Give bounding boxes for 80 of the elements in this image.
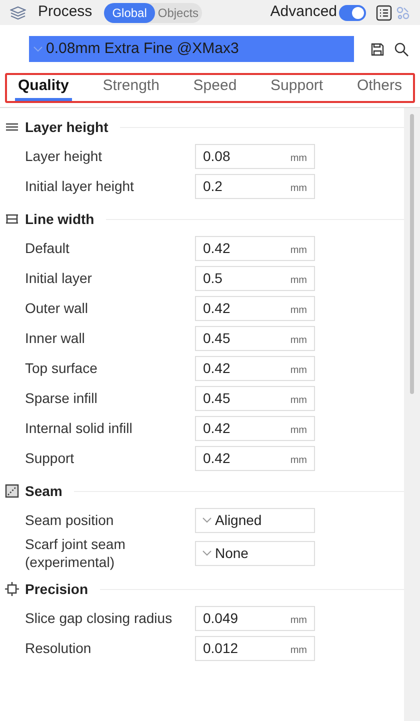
value-field[interactable]: 0.45 mm [195,326,315,350]
setting-label: Internal solid infill [25,419,134,437]
value-field[interactable]: 0.012 mm [195,636,315,660]
value-field[interactable]: 0.42 mm [195,446,315,470]
unit-label: mm [290,334,307,348]
value-field[interactable]: 0.42 mm [195,416,315,440]
unit-label: mm [290,614,307,628]
advanced-label: Advanced [270,2,337,22]
field-value: 0.42 [203,448,230,468]
dropdown-field[interactable]: None [195,540,315,566]
tab[interactable]: Strength [100,75,162,101]
field-value: 0.5 [203,268,222,288]
value-field[interactable]: 0.5 mm [195,266,315,290]
field-value: 0.42 [203,298,230,318]
setting-label: Top surface [25,359,98,377]
setting-label: Default [25,239,70,257]
setting-label: Layer height [25,147,104,165]
unit-label: mm [290,304,307,318]
settings-nodes-icon[interactable] [396,6,410,20]
chevron-down-icon [33,46,43,52]
value-field[interactable]: 0.049 mm [195,606,315,630]
scrollbar[interactable] [404,108,420,721]
value-field[interactable]: 0.42 mm [195,236,315,260]
dropdown-value: Aligned [215,510,262,530]
seam-icon [5,484,19,498]
unit-label: mm [290,394,307,408]
value-field[interactable]: 0.45 mm [195,386,315,410]
field-value: 0.08 [203,146,230,166]
dropdown-value: None [215,544,248,562]
setting-label: Initial layer height [25,177,135,195]
setting-label: Slice gap closing radius [25,609,174,627]
setting-label: Seam position [25,511,115,529]
list-icon[interactable] [376,4,392,20]
value-field[interactable]: 0.08 mm [195,144,315,168]
unit-label: mm [290,644,307,658]
tab[interactable]: Speed [190,75,240,101]
advanced-switch[interactable] [339,4,366,20]
tab[interactable]: Support [268,75,326,101]
unit-label: mm [290,364,307,378]
tab[interactable]: Quality [15,75,72,101]
panel-title: Process [38,2,92,22]
field-value: 0.049 [203,608,238,628]
dropdown-field[interactable]: Aligned [195,508,315,532]
setting-label: Outer wall [25,299,90,317]
section-title: Layer height [25,118,108,137]
setting-label: Support [25,449,76,467]
field-value: 0.45 [203,328,230,348]
save-icon[interactable] [371,42,384,56]
field-value: 0.45 [203,388,230,408]
unit-label: mm [290,152,307,166]
unit-label: mm [290,424,307,438]
value-field[interactable]: 0.42 mm [195,296,315,320]
layers-icon [10,6,26,20]
field-value: 0.42 [203,418,230,438]
tab[interactable]: Others [354,75,405,101]
field-value: 0.012 [203,638,238,658]
scope-option[interactable]: Global [104,2,155,22]
preset-dropdown[interactable]: 0.08mm Extra Fine @XMax3 [29,36,354,62]
setting-label: Resolution [25,639,92,657]
section-title: Seam [25,482,62,500]
field-value: 0.42 [203,238,230,258]
setting-label: Sparse infill [25,389,98,407]
unit-label: mm [290,182,307,196]
field-value: 0.2 [203,176,222,196]
field-value: 0.42 [203,358,230,378]
search-icon[interactable] [394,42,409,56]
setting-label: Inner wall [25,329,86,347]
width-icon [5,212,19,226]
crosshair-icon [5,582,19,596]
value-field[interactable]: 0.42 mm [195,356,315,380]
value-field[interactable]: 0.2 mm [195,174,315,198]
chevron-down-icon [202,550,212,556]
chevron-down-icon [202,517,212,523]
unit-label: mm [290,274,307,288]
section-title: Line width [25,210,94,228]
unit-label: mm [290,454,307,468]
section-title: Precision [25,580,88,598]
setting-label: Scarf joint seam (experimental) [25,535,126,571]
setting-label: Initial layer [25,269,93,287]
unit-label: mm [290,244,307,258]
